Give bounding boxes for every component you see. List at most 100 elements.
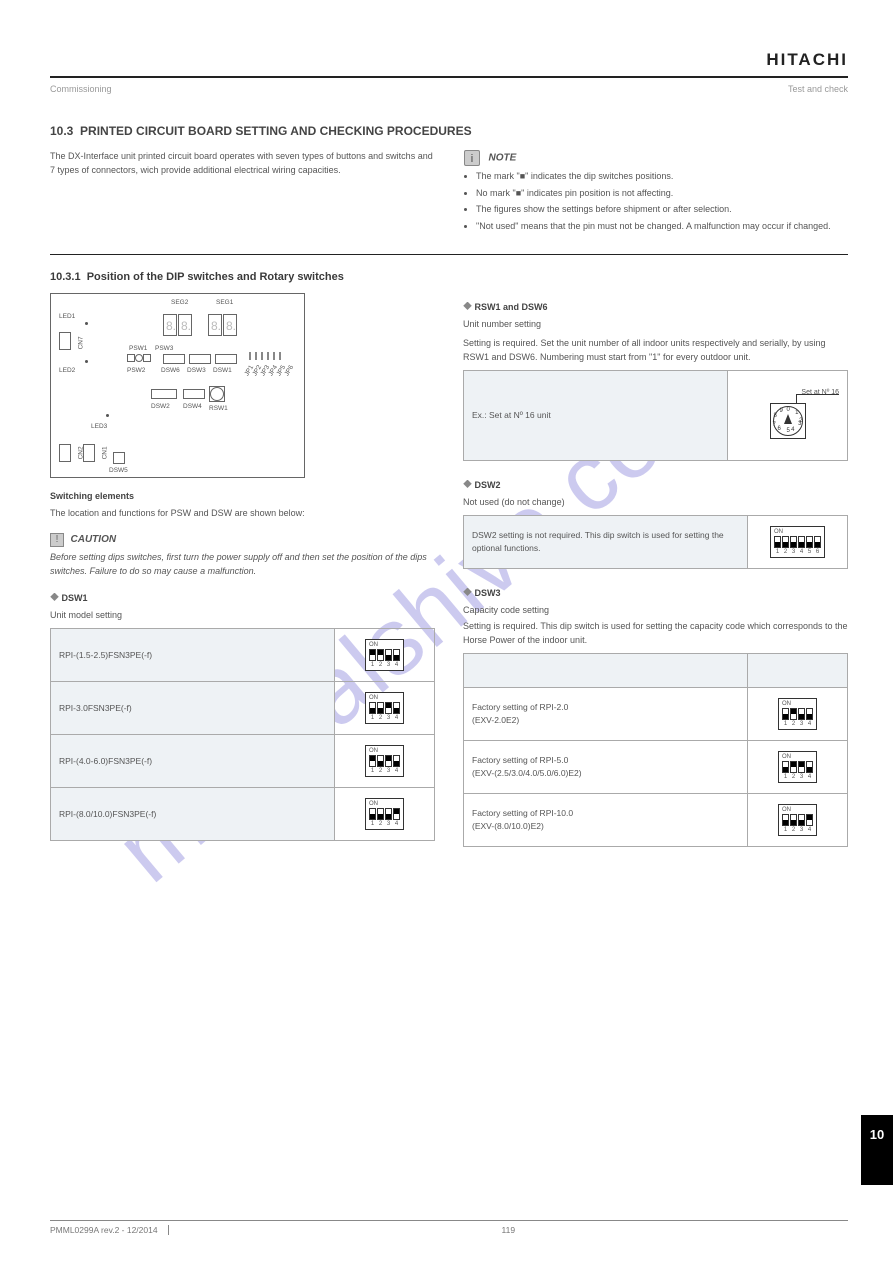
note-line: "Not used" means that the pin must not b…	[476, 220, 848, 234]
pcb-dsw3	[189, 354, 211, 364]
rsw1-text: Setting is required. Set the unit number…	[463, 337, 848, 364]
diamond-icon	[463, 302, 472, 311]
section-title: 10.3 PRINTED CIRCUIT BOARD SETTING AND C…	[50, 124, 848, 138]
dsw1-row-dip: ON 1 2 3 4	[335, 788, 435, 841]
pcb-led1-label: LED1	[59, 312, 75, 322]
rsw1-table-icon: Set at Nº 16 0 1 2 3	[728, 371, 848, 461]
pcb-psw3-label: PSW3	[155, 344, 173, 354]
table-row: RPI-(4.0-6.0)FSN3PE(-f) ON 1 2 3 4	[51, 735, 435, 788]
table-row: Factory setting of RPI-10.0 (EXV-(8.0/10…	[464, 793, 848, 846]
switching-elements-block: Switching elements The location and func…	[50, 490, 435, 520]
table-row: Factory setting of RPI-2.0 (EXV-2.0E2) O…	[464, 687, 848, 740]
pcb-led1	[85, 322, 88, 325]
dsw3-row-label: Factory setting of RPI-10.0 (EXV-(8.0/10…	[464, 793, 748, 846]
switching-elements-title: Switching elements	[50, 490, 435, 504]
pcb-cn2	[59, 444, 71, 462]
intro-left: The DX-Interface unit printed circuit bo…	[50, 150, 434, 236]
note-icon: i	[464, 150, 480, 166]
pcb-dsw2	[151, 389, 177, 399]
two-column-layout: SEG2 SEG1 LED1 CN7 LED2 PSW1 PSW3	[50, 293, 848, 847]
section-heading: PRINTED CIRCUIT BOARD SETTING AND CHECKI…	[80, 124, 472, 138]
table-row: Factory setting of RPI-5.0 (EXV-(2.5/3.0…	[464, 740, 848, 793]
page-footer: PMML0299A rev.2 - 12/2014 119	[50, 1220, 848, 1235]
rsw1-table: Ex.: Set at Nº 16 unit Set at Nº 16 0	[463, 370, 848, 461]
dsw2-title: DSW2	[463, 479, 848, 493]
dsw1-block: DSW1 Unit model setting RPI-(1.5-2.5)FSN…	[50, 592, 435, 841]
pcb-led3	[106, 414, 109, 417]
caution-label: CAUTION	[71, 534, 117, 545]
subsection-title: 10.3.1 Position of the DIP switches and …	[50, 271, 848, 283]
dsw3-row-dip: ON 1 2 3 4	[748, 687, 848, 740]
dsw3-subtitle: Capacity code setting	[463, 604, 848, 618]
rsw1-subtitle: Unit number setting	[463, 318, 848, 332]
pcb-seg2-label: SEG2	[171, 298, 188, 308]
pcb-cn7-label: CN7	[77, 336, 87, 349]
dsw2-row-dip: ON 1 2 3 4 5 6	[748, 516, 848, 569]
dsw2-block: DSW2 Not used (do not change) DSW2 setti…	[463, 479, 848, 569]
note-label: NOTE	[489, 152, 517, 163]
pcb-rsw1	[210, 387, 224, 401]
pcb-dsw3-label: DSW3	[187, 366, 206, 376]
pcb-psw-buttons	[127, 354, 151, 367]
pcb-rsw1-label: RSW1	[209, 404, 228, 414]
caution-icon: !	[50, 533, 64, 547]
dsw1-row-label: RPI-(4.0-6.0)FSN3PE(-f)	[51, 735, 335, 788]
dsw1-table: RPI-(1.5-2.5)FSN3PE(-f) ON 1 2 3 4 RPI-3…	[50, 628, 435, 841]
dsw1-row-dip: ON 1 2 3 4	[335, 682, 435, 735]
pcb-jumpers	[247, 352, 283, 365]
side-chapter-tab: 10	[861, 1115, 893, 1185]
table-header-row	[464, 654, 848, 688]
pcb-psw1-label: PSW1	[129, 344, 147, 354]
section-number: 10.3	[50, 124, 73, 138]
pcb-dsw2-label: DSW2	[151, 402, 170, 412]
pcb-dsw4	[183, 389, 205, 399]
dsw3-row-label: Factory setting of RPI-5.0 (EXV-(2.5/3.0…	[464, 740, 748, 793]
footer-left: PMML0299A rev.2 - 12/2014	[50, 1225, 169, 1235]
dsw1-row-dip: ON 1 2 3 4	[335, 629, 435, 682]
header-left: Commissioning	[50, 84, 112, 94]
header-right: Test and check	[788, 84, 848, 94]
pcb-cn1	[83, 444, 95, 462]
section-rule	[50, 254, 848, 255]
pcb-dsw5-label: DSW5	[109, 466, 128, 476]
pcb-dsw6-label: DSW6	[161, 366, 180, 376]
dsw1-row-label: RPI-(1.5-2.5)FSN3PE(-f)	[51, 629, 335, 682]
table-row: RPI-3.0FSN3PE(-f) ON 1 2 3 4	[51, 682, 435, 735]
intro-right: i NOTE The mark "■" indicates the dip sw…	[464, 150, 848, 236]
dsw3-text: Setting is required. This dip switch is …	[463, 620, 848, 647]
intro-row: The DX-Interface unit printed circuit bo…	[50, 150, 848, 236]
note-line: No mark "■" indicates pin position is no…	[476, 187, 848, 201]
subsection-number: 10.3.1	[50, 271, 81, 283]
pcb-seg1-label: SEG1	[216, 298, 233, 308]
right-column: RSW1 and DSW6 Unit number setting Settin…	[463, 293, 848, 847]
footer-mid: 119	[502, 1225, 516, 1235]
note-bullets: The mark "■" indicates the dip switches …	[464, 170, 848, 233]
pcb-dsw4-label: DSW4	[183, 402, 202, 412]
caution-text: Before setting dips switches, first turn…	[50, 551, 435, 578]
pcb-led3-label: LED3	[91, 422, 107, 432]
rsw1-title: RSW1 and DSW6	[463, 301, 848, 315]
dsw1-row-dip: ON 1 2 3 4	[335, 735, 435, 788]
table-row: Ex.: Set at Nº 16 unit Set at Nº 16 0	[464, 371, 848, 461]
dsw3-row-dip: ON 1 2 3 4	[748, 740, 848, 793]
switching-elements-text: The location and functions for PSW and D…	[50, 507, 435, 521]
pcb-dsw1-label: DSW1	[213, 366, 232, 376]
header-subline: Commissioning Test and check	[50, 84, 848, 94]
table-row: RPI-(8.0/10.0)FSN3PE(-f) ON 1 2 3 4	[51, 788, 435, 841]
dsw2-row-label: DSW2 setting is not required. This dip s…	[464, 516, 748, 569]
note-line: The figures show the settings before shi…	[476, 203, 848, 217]
caution-block: ! CAUTION Before setting dips switches, …	[50, 532, 435, 578]
pcb-led2	[85, 360, 88, 363]
table-row: RPI-(1.5-2.5)FSN3PE(-f) ON 1 2 3 4	[51, 629, 435, 682]
subsection-heading: Position of the DIP switches and Rotary …	[87, 271, 344, 283]
diamond-icon	[50, 593, 59, 602]
dsw3-row-label: Factory setting of RPI-2.0 (EXV-2.0E2)	[464, 687, 748, 740]
pcb-diagram: SEG2 SEG1 LED1 CN7 LED2 PSW1 PSW3	[50, 293, 305, 478]
pcb-dsw1	[215, 354, 237, 364]
dsw3-title: DSW3	[463, 587, 848, 601]
dsw3-header-blank2	[748, 654, 848, 688]
left-column: SEG2 SEG1 LED1 CN7 LED2 PSW1 PSW3	[50, 293, 435, 847]
table-row: DSW2 setting is not required. This dip s…	[464, 516, 848, 569]
header-rule	[50, 76, 848, 78]
diamond-icon	[463, 480, 472, 489]
